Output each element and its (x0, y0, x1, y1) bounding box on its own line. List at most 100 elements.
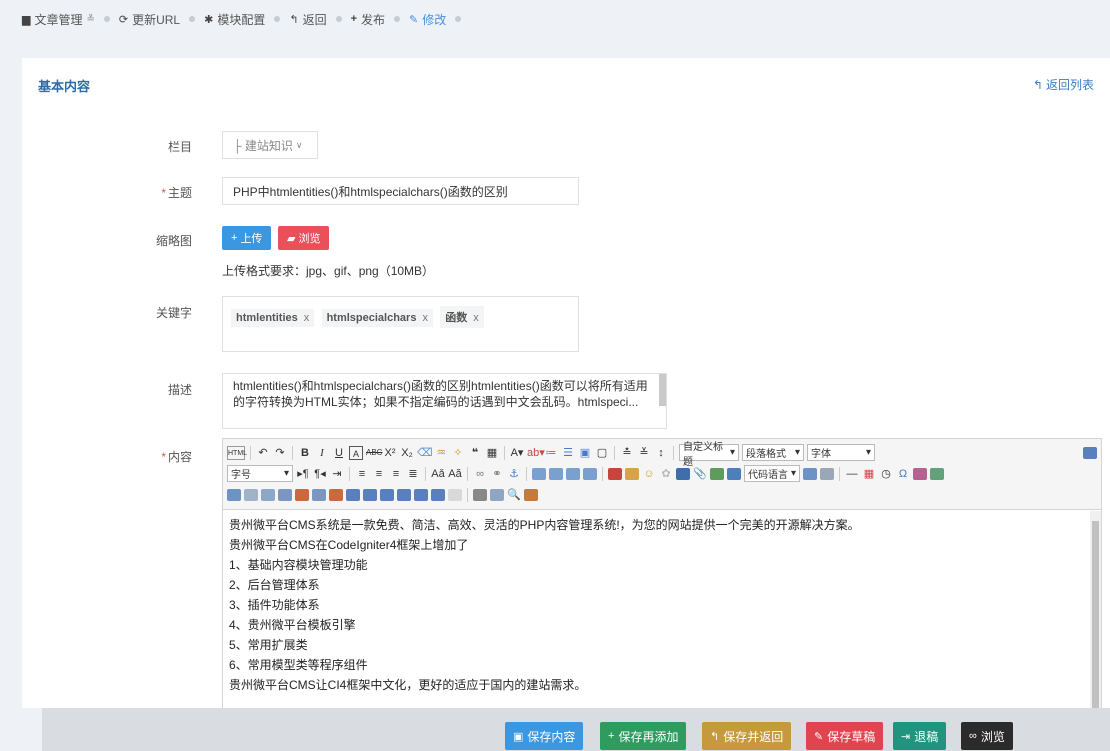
insert-frame-icon[interactable] (727, 467, 741, 480)
row-spacing-bottom-icon[interactable]: ≚ (637, 446, 651, 460)
background-icon[interactable] (930, 467, 944, 480)
merge-right-icon[interactable] (363, 488, 377, 501)
print-icon[interactable] (473, 488, 487, 501)
paste-text-icon[interactable]: ▦ (485, 446, 499, 460)
row-spacing-top-icon[interactable]: ≛ (620, 446, 634, 460)
save-and-add-button[interactable]: + 保存再添加 (600, 722, 687, 750)
remove-tag-icon[interactable]: x (473, 312, 479, 324)
back-link[interactable]: ↰ 返回 (289, 11, 326, 28)
insert-image-icon[interactable] (608, 467, 622, 480)
split-rows-icon[interactable] (414, 488, 428, 501)
eraser-icon[interactable]: ⌫ (417, 446, 433, 460)
anchor-icon[interactable]: ⚓ (507, 467, 521, 481)
link-icon[interactable]: ∞ (473, 467, 487, 481)
save-button[interactable]: ▣ 保存内容 (505, 722, 584, 750)
strikethrough-icon[interactable]: ABC (366, 446, 382, 460)
scrollbar-thumb[interactable] (1092, 521, 1099, 709)
remove-tag-icon[interactable]: x (422, 312, 428, 324)
html-source-icon[interactable]: HTML (227, 445, 247, 460)
undo-icon[interactable]: ↶ (256, 446, 270, 460)
insert-col-icon[interactable] (312, 488, 326, 501)
fullscreen-icon[interactable] (1083, 446, 1097, 459)
emotion-icon[interactable]: ☺ (642, 467, 656, 481)
split-cols-icon[interactable] (431, 488, 445, 501)
line-height-icon[interactable]: ↕ (654, 446, 668, 460)
clear-doc-icon[interactable]: ▢ (595, 446, 609, 460)
insert-paragraph-before-table-icon[interactable] (261, 488, 275, 501)
select-all-icon[interactable]: ▣ (578, 446, 592, 460)
editor-content[interactable]: 贵州微平台CMS系统是一款免费、简洁、高效、灵活的PHP内容管理系统!，为您的网… (223, 511, 1091, 709)
module-config-link[interactable]: ✱ 模块配置 (204, 11, 265, 28)
font-color-icon[interactable]: A▾ (510, 446, 524, 460)
save-draft-button[interactable]: ✎ 保存草稿 (806, 722, 884, 750)
merge-down-icon[interactable] (380, 488, 394, 501)
bold-icon[interactable]: B (298, 446, 312, 460)
unordered-list-icon[interactable]: ☰ (561, 446, 575, 460)
back-to-list-link[interactable]: ↰ 返回列表 (1033, 76, 1094, 93)
paragraph-select[interactable]: 段落格式 ▾ (742, 444, 804, 461)
format-brush-icon[interactable]: ♒ (434, 446, 448, 460)
code-language-select[interactable]: 代码语言 ▾ (744, 465, 800, 482)
editor-scrollbar[interactable] (1090, 511, 1101, 709)
drafts-icon[interactable] (524, 488, 538, 501)
image-right-icon[interactable] (566, 467, 580, 480)
attachment-icon[interactable]: 📎 (693, 467, 707, 481)
subject-input[interactable]: PHP中htmlentities()和htmlspecialchars()函数的… (222, 177, 579, 205)
template-icon[interactable] (820, 467, 834, 480)
align-right-icon[interactable]: ≡ (389, 467, 403, 481)
align-left-icon[interactable]: ≡ (355, 467, 369, 481)
blockquote-icon[interactable]: ❝ (468, 446, 482, 460)
indent-icon[interactable]: ⇥ (330, 467, 344, 481)
multi-image-icon[interactable] (625, 467, 639, 480)
insert-table-icon[interactable] (227, 488, 241, 501)
image-left-icon[interactable] (549, 467, 563, 480)
horizontal-rule-icon[interactable]: — (845, 467, 859, 481)
upload-button[interactable]: + 上传 (222, 226, 272, 250)
edit-link[interactable]: ✎ 修改 (409, 11, 446, 28)
font-family-select[interactable]: 字体 ▾ (807, 444, 875, 461)
image-none-icon[interactable] (532, 467, 546, 480)
align-justify-icon[interactable]: ≣ (406, 467, 420, 481)
auto-format-icon[interactable]: ✧ (451, 446, 465, 460)
scrawl-icon[interactable]: ✿ (659, 467, 673, 481)
highlight-color-icon[interactable]: ab▾ (527, 446, 545, 460)
italic-icon[interactable]: I (315, 446, 329, 460)
redo-icon[interactable]: ↷ (273, 446, 287, 460)
unlink-icon[interactable]: ⚭ (490, 467, 504, 481)
underline-icon[interactable]: U (332, 446, 346, 460)
subscript-icon[interactable]: X₂ (400, 446, 414, 460)
preview-icon[interactable] (490, 488, 504, 501)
reject-button[interactable]: ⇥ 退稿 (893, 722, 947, 750)
ltr-icon[interactable]: ▸¶ (296, 467, 310, 481)
desc-scrollbar[interactable] (659, 374, 666, 406)
split-cells-icon[interactable] (397, 488, 411, 501)
browse-button[interactable]: ▰ 浏览 (278, 226, 330, 250)
ordered-list-icon[interactable]: ≔ (544, 446, 558, 460)
wordimage-icon[interactable] (913, 467, 927, 480)
align-center-icon[interactable]: ≡ (372, 467, 386, 481)
delete-col-icon[interactable] (329, 488, 343, 501)
map-icon[interactable] (710, 467, 724, 480)
font-size-select[interactable]: 字号 ▾ (227, 465, 293, 482)
time-icon[interactable]: ◷ (879, 467, 893, 481)
delete-row-icon[interactable] (295, 488, 309, 501)
merge-cells-icon[interactable] (346, 488, 360, 501)
article-mgmt-menu[interactable]: ▆ 文章管理 ≚ (22, 11, 95, 28)
date-icon[interactable]: ▦ (862, 467, 876, 481)
lowercase-icon[interactable]: Aă (448, 467, 462, 481)
insert-row-icon[interactable] (278, 488, 292, 501)
preview-button[interactable]: ∞ 浏览 (961, 722, 1013, 750)
page-break-icon[interactable] (803, 467, 817, 480)
special-char-icon[interactable]: Ω (896, 467, 910, 481)
keywords-input[interactable]: htmlentities x htmlspecialchars x 函数 x (222, 296, 579, 352)
font-border-icon[interactable]: A (349, 445, 363, 460)
delete-table-icon[interactable] (244, 488, 258, 501)
publish-link[interactable]: + 发布 (351, 11, 385, 28)
custom-title-select[interactable]: 自定义标题 ▾ (679, 442, 739, 468)
uppercase-icon[interactable]: Aǎ (431, 467, 445, 481)
image-center-icon[interactable] (583, 467, 597, 480)
superscript-icon[interactable]: X² (383, 446, 397, 460)
rtl-icon[interactable]: ¶◂ (313, 467, 327, 481)
insert-video-icon[interactable] (676, 467, 690, 480)
update-url-link[interactable]: ⟳ 更新URL (119, 11, 180, 28)
